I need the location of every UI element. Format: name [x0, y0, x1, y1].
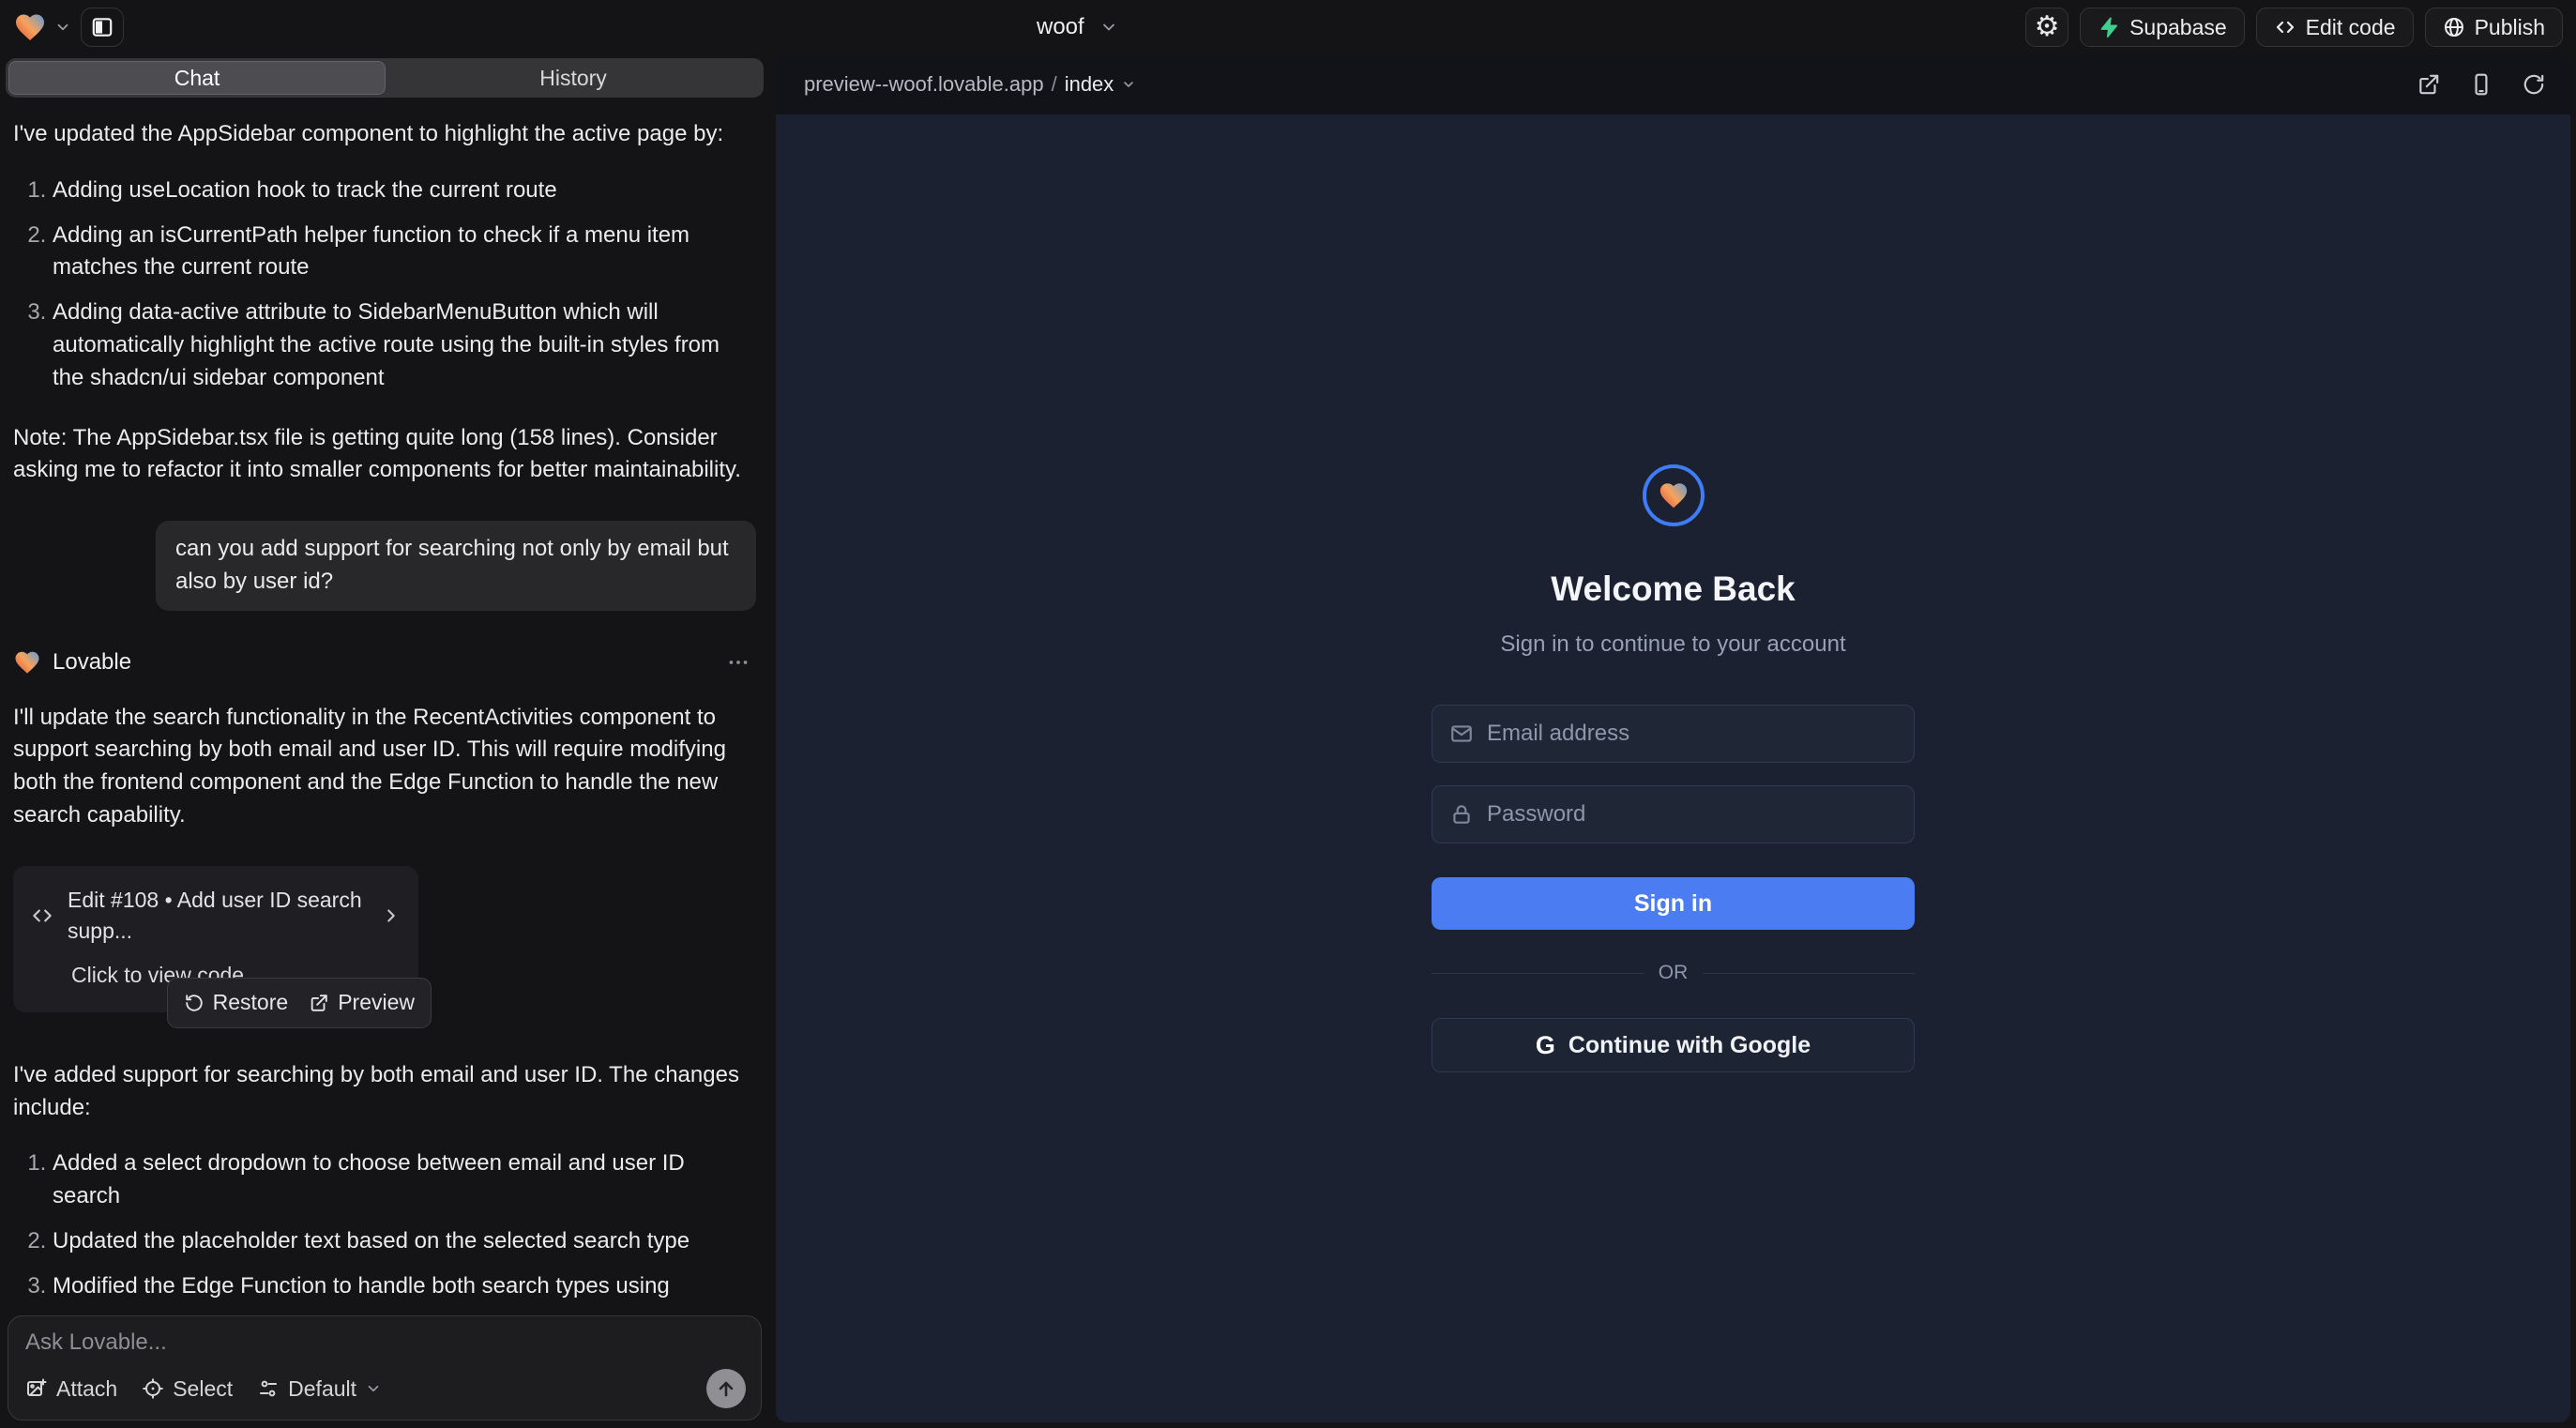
page-subtitle: Sign in to continue to your account	[1500, 631, 1845, 658]
app-logo	[1643, 464, 1705, 526]
chevron-right-icon	[381, 905, 402, 926]
assistant-header: Lovable	[13, 646, 756, 679]
app-topbar: woof ⚙ Supabase Edit code Publish	[0, 0, 2576, 54]
preview-label: Preview	[338, 987, 415, 1018]
tab-chat-label: Chat	[174, 66, 220, 91]
open-external-button[interactable]	[2417, 72, 2441, 97]
google-signin-button[interactable]: G Continue with Google	[1432, 1018, 1915, 1072]
preview-page: index	[1065, 72, 1114, 97]
preview-button[interactable]: Preview	[309, 987, 415, 1018]
assistant-note: Note: The AppSidebar.tsx file is getting…	[13, 422, 754, 488]
divider-label: OR	[1659, 962, 1689, 984]
edit-code-label: Edit code	[2306, 15, 2396, 40]
signin-button[interactable]: Sign in	[1432, 877, 1915, 930]
select-element-button[interactable]: Select	[142, 1376, 233, 1402]
lovable-heart-icon	[13, 10, 47, 44]
restore-button[interactable]: Restore	[184, 987, 289, 1018]
assistant-message: I'll update the search functionality in …	[13, 702, 756, 832]
edit-code-button[interactable]: Edit code	[2256, 8, 2414, 47]
lovable-heart-icon	[13, 648, 41, 676]
preview-panel: preview--woof.lovable.app / index	[776, 54, 2570, 1422]
project-title-menu[interactable]: woof	[1037, 0, 1118, 54]
mail-icon	[1449, 722, 1474, 746]
assistant-message-intro: I've updated the AppSidebar component to…	[13, 118, 756, 151]
google-label: Continue with Google	[1568, 1032, 1811, 1059]
divider-line	[1703, 973, 1915, 974]
lock-icon	[1449, 802, 1474, 827]
sliders-icon	[257, 1377, 280, 1400]
list-item: Adding useLocation hook to track the cur…	[53, 175, 756, 207]
code-icon	[2274, 16, 2296, 38]
select-label: Select	[173, 1376, 233, 1402]
list-item: Adding data-active attribute to SidebarM…	[53, 296, 756, 394]
globe-icon	[2443, 16, 2465, 38]
signin-card: Welcome Back Sign in to continue to your…	[1432, 464, 1915, 1072]
target-icon	[142, 1377, 164, 1400]
publish-button[interactable]: Publish	[2425, 8, 2563, 47]
refresh-button[interactable]	[2522, 72, 2546, 97]
edit-card-actions: Restore Preview	[167, 978, 432, 1027]
tab-history-label: History	[539, 66, 607, 91]
more-options-icon[interactable]	[726, 650, 756, 675]
preview-url-selector[interactable]: preview--woof.lovable.app / index	[804, 72, 1136, 97]
restore-icon	[184, 993, 205, 1013]
image-plus-icon	[25, 1377, 48, 1400]
supabase-button[interactable]: Supabase	[2080, 8, 2245, 47]
attach-label: Attach	[56, 1376, 117, 1402]
attach-button[interactable]: Attach	[25, 1376, 117, 1402]
send-button[interactable]	[706, 1369, 746, 1408]
list-item: Updated the placeholder text based on th…	[53, 1225, 756, 1258]
supabase-label: Supabase	[2129, 15, 2227, 40]
supabase-bolt-icon	[2098, 16, 2120, 38]
chat-message-list[interactable]: I've updated the AppSidebar component to…	[0, 107, 769, 1308]
preview-viewport: Welcome Back Sign in to continue to your…	[776, 114, 2570, 1422]
tab-history[interactable]: History	[386, 61, 761, 95]
edit-version-card[interactable]: Edit #108 • Add user ID search supp... C…	[13, 866, 418, 1012]
arrow-up-icon	[715, 1377, 737, 1400]
page-title: Welcome Back	[1551, 570, 1796, 609]
tab-chat[interactable]: Chat	[8, 61, 386, 95]
mode-label: Default	[288, 1376, 356, 1402]
assistant-name: Lovable	[53, 646, 131, 679]
list-item: Modified the Edge Function to handle bot…	[53, 1270, 756, 1308]
panel-left-icon	[90, 15, 114, 39]
divider-line	[1432, 973, 1644, 974]
external-link-icon	[309, 993, 329, 1013]
edit-card-title: Edit #108 • Add user ID search supp...	[68, 885, 368, 948]
assistant-list: Adding useLocation hook to track the cur…	[13, 175, 756, 395]
chat-history-tabs: Chat History	[6, 58, 764, 98]
preview-topbar: preview--woof.lovable.app / index	[776, 54, 2570, 114]
google-icon: G	[1536, 1031, 1555, 1060]
list-item: Adding an isCurrentPath helper function …	[53, 220, 756, 285]
or-divider: OR	[1432, 962, 1915, 984]
password-field[interactable]	[1432, 785, 1915, 843]
sidebar-toggle-button[interactable]	[81, 8, 124, 47]
preview-url: preview--woof.lovable.app	[804, 72, 1044, 97]
assistant-message: I've added support for searching by both…	[13, 1059, 756, 1125]
list-item: Added a select dropdown to choose betwee…	[53, 1147, 756, 1213]
chevron-down-icon	[365, 1380, 382, 1397]
lovable-logo-menu[interactable]	[13, 10, 71, 44]
chat-panel: Chat History I've updated the AppSidebar…	[0, 54, 769, 1428]
code-icon	[30, 904, 54, 928]
password-input[interactable]	[1487, 801, 1897, 828]
gear-icon: ⚙	[2035, 13, 2060, 41]
email-input[interactable]	[1487, 721, 1897, 747]
mobile-view-button[interactable]	[2469, 72, 2493, 97]
chevron-down-icon	[1099, 18, 1118, 37]
project-name: woof	[1037, 14, 1084, 40]
email-field[interactable]	[1432, 705, 1915, 763]
assistant-list: Added a select dropdown to choose betwee…	[13, 1147, 756, 1308]
chevron-down-icon	[54, 19, 71, 36]
mode-selector[interactable]: Default	[257, 1376, 382, 1402]
restore-label: Restore	[213, 987, 289, 1018]
url-separator: /	[1052, 72, 1057, 97]
composer-input[interactable]	[25, 1329, 746, 1356]
publish-label: Publish	[2475, 15, 2545, 40]
chat-composer: Attach Select Default	[8, 1315, 762, 1420]
settings-button[interactable]: ⚙	[2025, 8, 2068, 47]
chevron-down-icon	[1121, 77, 1136, 92]
user-message-bubble: can you add support for searching not on…	[156, 521, 756, 611]
